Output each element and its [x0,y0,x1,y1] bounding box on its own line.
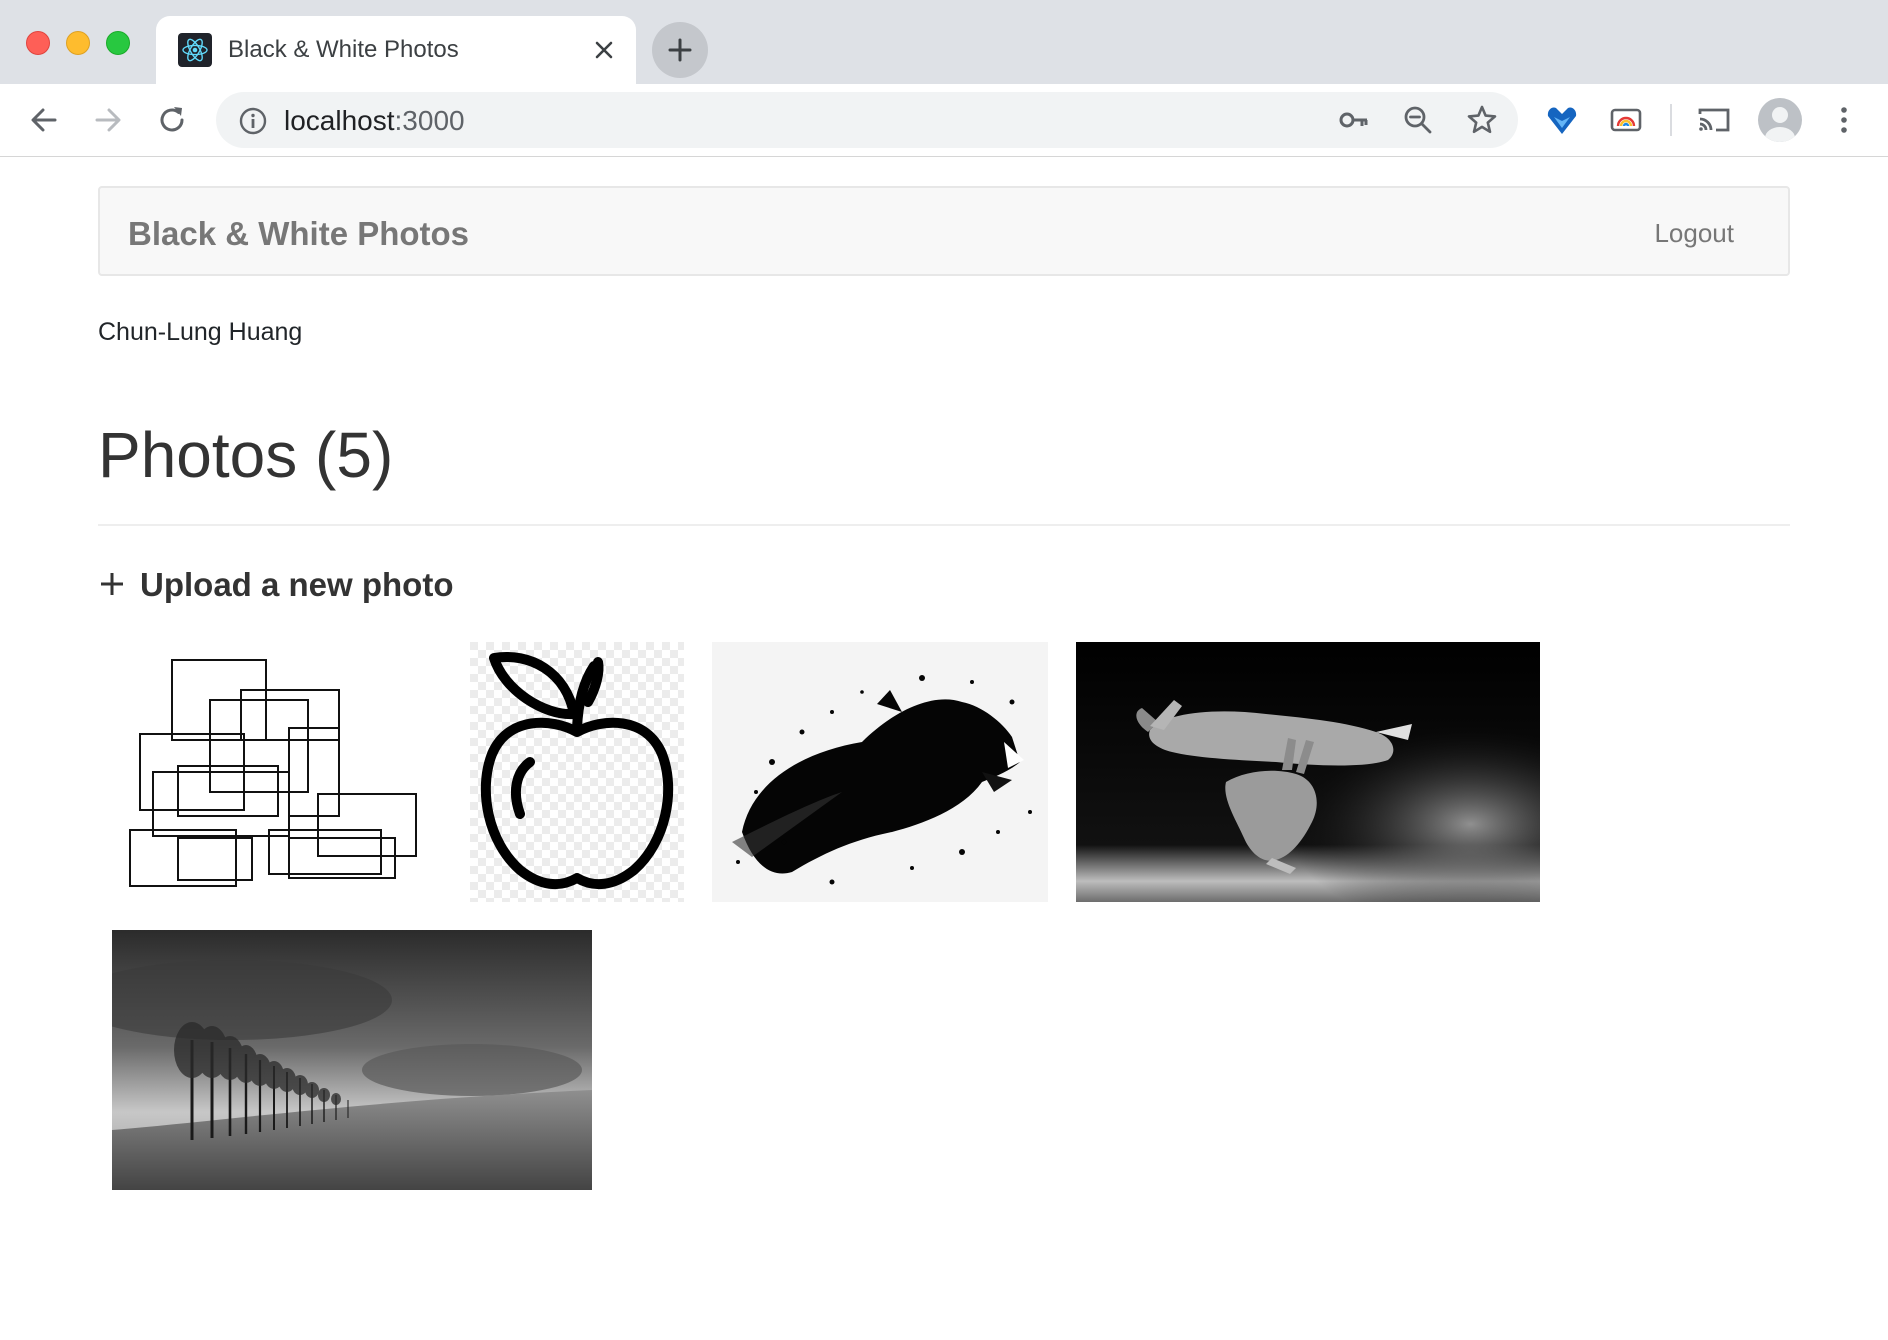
heading-divider [98,524,1790,526]
logout-link[interactable]: Logout [1654,218,1734,249]
url-host: localhost [284,105,395,136]
photo-thumbnail[interactable] [470,642,684,902]
window-close-button[interactable] [26,31,50,55]
photo-thumbnail[interactable] [112,642,438,902]
apple-outline-image [470,642,684,902]
extension-heart-icon[interactable] [1544,102,1580,138]
plus-icon [101,573,123,595]
zoom-out-icon[interactable] [1402,104,1434,136]
browser-tab-active[interactable]: Black & White Photos [156,16,636,84]
bookmark-star-icon[interactable] [1466,104,1498,136]
url-text[interactable]: localhost:3000 [284,105,465,137]
tab-title: Black & White Photos [228,36,459,63]
tab-close-icon[interactable] [592,38,616,62]
plus-icon [668,38,692,62]
forward-arrow-icon[interactable] [92,104,124,136]
cast-icon[interactable] [1696,102,1732,138]
user-name: Chun-Lung Huang [98,318,303,346]
address-bar[interactable]: localhost:3000 [216,92,1518,148]
upload-photo-label: Upload a new photo [140,566,454,603]
key-icon[interactable] [1338,104,1370,136]
photo-thumbnail[interactable] [112,930,592,1190]
photo-thumbnail[interactable] [712,642,1048,902]
window-minimize-button[interactable] [66,31,90,55]
extension-cast-printer-icon[interactable] [1608,102,1644,138]
page-title: Photos (5) [98,419,394,491]
leaping-hares-image [1076,642,1540,902]
app-navbar: Black & White Photos Logout [98,186,1790,276]
url-port: :3000 [394,105,465,136]
back-arrow-icon[interactable] [28,104,60,136]
tree-row-field-image [112,930,592,1190]
browser-tab-strip: Black & White Photos [0,0,1888,84]
navbar-brand[interactable]: Black & White Photos [128,215,469,253]
panther-ink-image [712,642,1048,902]
browser-toolbar: localhost:3000 [0,84,1888,157]
react-favicon-icon [178,33,212,67]
window-zoom-button[interactable] [106,31,130,55]
toolbar-divider [1670,104,1672,136]
reload-icon[interactable] [156,104,188,136]
rectangles-drawing-image [112,642,438,902]
profile-avatar-icon[interactable] [1758,98,1802,142]
photo-thumbnail[interactable] [1076,642,1540,902]
site-info-icon[interactable] [238,106,268,136]
browser-menu-icon[interactable] [1826,102,1862,138]
new-tab-button[interactable] [652,22,708,78]
